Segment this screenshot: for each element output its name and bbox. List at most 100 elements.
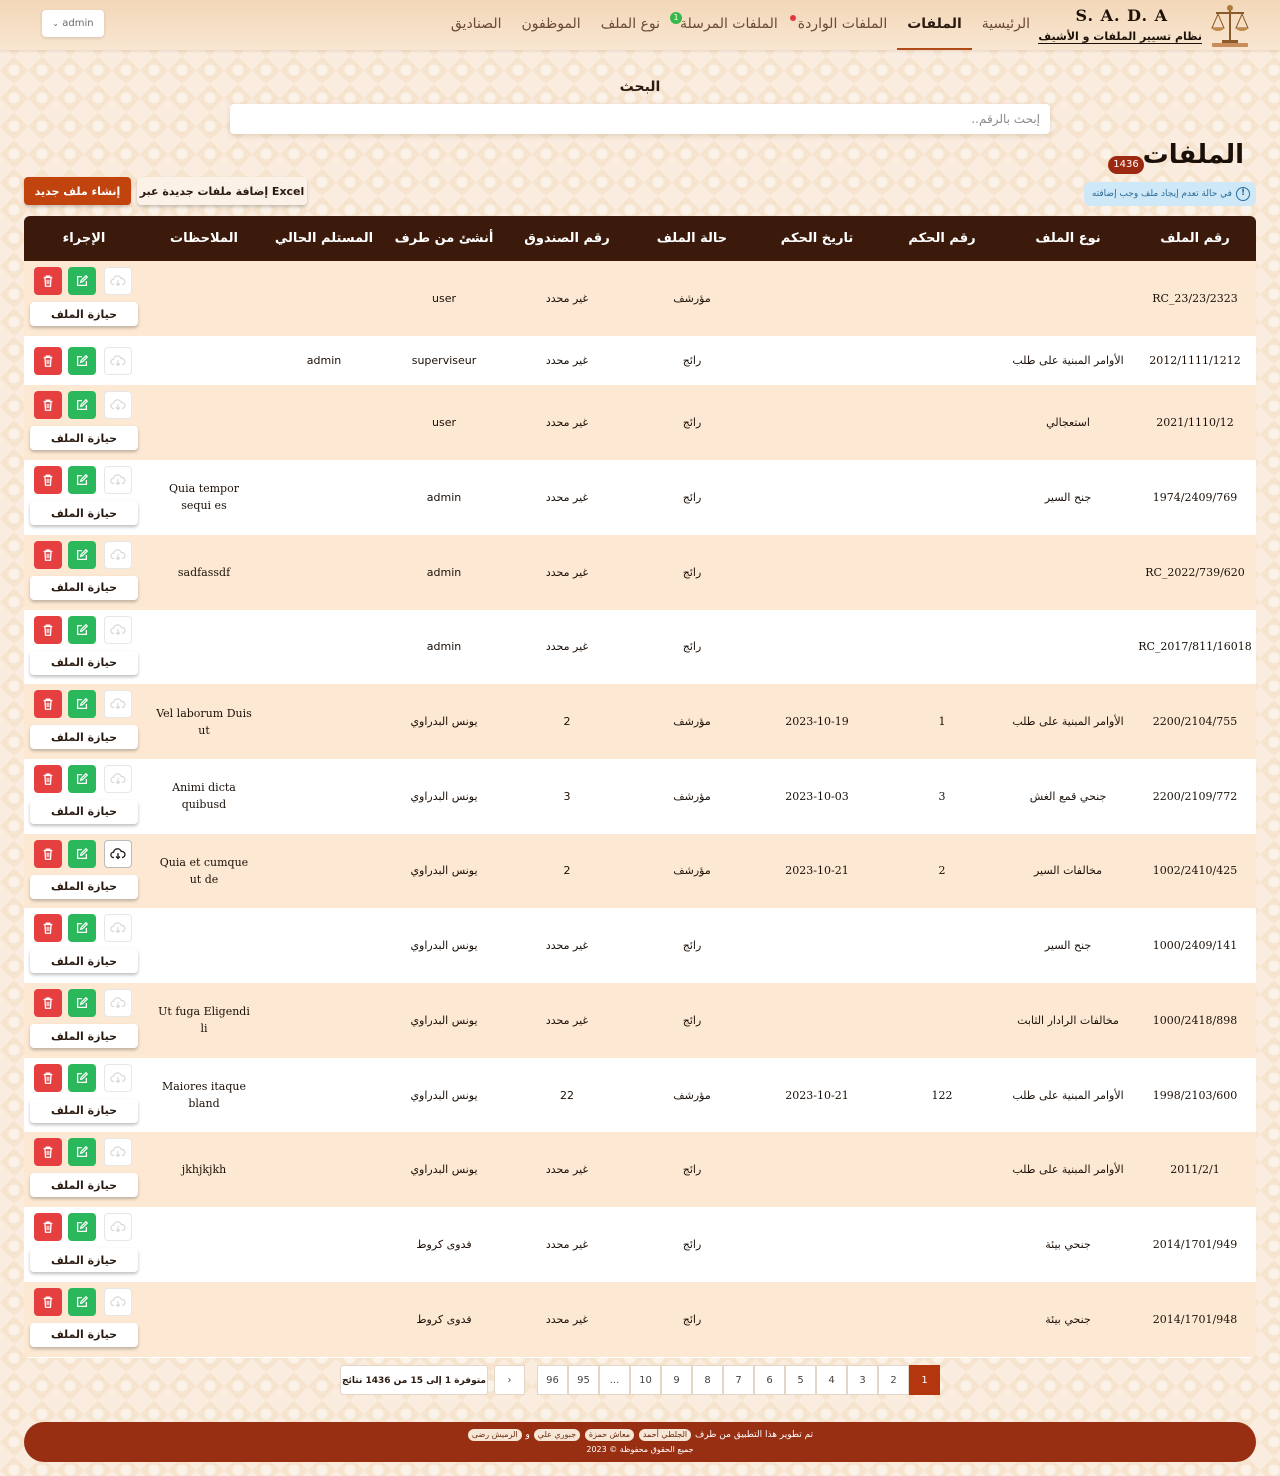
table-row[interactable]: 2012/1111/1212 الأوامر المبنية على طلب رائ… [24,335,1256,386]
edit-button[interactable] [68,690,96,719]
hold-file-button[interactable]: حيازة الملف [30,575,138,600]
edit-button[interactable] [68,989,96,1017]
nav-file-type[interactable]: نوع الملف [591,0,670,50]
delete-button[interactable] [34,1138,62,1167]
th-box-number[interactable]: رقم الصندوق [506,216,628,261]
nav-files[interactable]: الملفات [897,0,972,50]
download-button[interactable] [104,346,132,375]
download-button[interactable] [104,391,132,420]
edit-button[interactable] [68,540,96,569]
delete-button[interactable] [34,764,62,793]
th-judgment-date[interactable]: تاريخ الحكم [754,216,880,261]
download-button[interactable] [104,1287,132,1316]
table-row[interactable]: 2200/2109/772 جنحي قمع الغش 3 2023-10-03 مؤر… [24,758,1256,834]
hold-file-button[interactable]: حيازة الملف [30,426,138,451]
delete-button[interactable] [34,989,62,1017]
delete-button[interactable] [34,466,62,495]
delete-button[interactable] [34,839,62,868]
create-file-button[interactable]: إنشاء ملف جديد [24,177,131,205]
pagination-page[interactable]: 4 [816,1365,847,1395]
pagination-next[interactable]: › [494,1365,525,1395]
nav-incoming-files[interactable]: الملفات الواردة [788,0,897,50]
hold-file-button[interactable]: حيازة الملف [30,874,138,899]
download-button[interactable] [104,764,132,793]
download-button[interactable] [104,839,132,868]
pagination-page[interactable]: 3 [847,1365,878,1395]
hold-file-button[interactable]: حيازة الملف [30,949,138,974]
hold-file-button[interactable]: حيازة الملف [30,1024,138,1048]
import-excel-button[interactable]: إضافة ملفات جديدة عبر Excel [137,177,307,205]
edit-button[interactable] [68,914,96,943]
download-button[interactable] [104,1138,132,1167]
hold-file-button[interactable]: حيازة الملف [30,650,138,675]
pagination-page[interactable]: 96 [537,1365,568,1395]
search-input[interactable] [230,104,1050,134]
delete-button[interactable] [34,391,62,420]
nav-employees[interactable]: الموظفون [511,0,590,50]
th-file-status[interactable]: حالة الملف [629,216,755,261]
nav-sent-files[interactable]: الملفات المرسلة 1 [670,0,788,50]
pagination-page[interactable]: 95 [568,1365,599,1395]
pagination-page[interactable]: 5 [785,1365,816,1395]
pagination-page[interactable]: ... [599,1365,630,1395]
download-button[interactable] [104,267,132,295]
table-row[interactable]: RC_2017/811/16018 رائج غير محدد admin حيازة … [24,609,1256,685]
table-row[interactable]: 1000/2418/898 مخالفات الرادار الثابت رائج غ… [24,983,1256,1058]
hold-file-button[interactable]: حيازة الملف [30,1322,138,1347]
pagination-page[interactable]: 8 [692,1365,723,1395]
download-button[interactable] [104,466,132,495]
table-row[interactable]: 2011/2/1 الأوامر المبنية على طلب رائج غير م… [24,1132,1256,1208]
delete-button[interactable] [34,540,62,569]
edit-button[interactable] [68,1287,96,1316]
table-row[interactable]: 2014/1701/948 جنحي بيئة رائج غير محدد فدوى ك… [24,1281,1256,1357]
edit-button[interactable] [68,1063,96,1092]
edit-button[interactable] [68,466,96,495]
hold-file-button[interactable]: حيازة الملف [30,1098,138,1123]
table-row[interactable]: RC_2022/739/620 رائج غير محدد admin sadfassd… [24,534,1256,610]
download-button[interactable] [104,989,132,1017]
edit-button[interactable] [68,346,96,375]
th-file-number[interactable]: رقم الملف [1134,216,1256,261]
hold-file-button[interactable]: حيازة الملف [30,501,138,526]
th-file-type[interactable]: نوع الملف [1004,216,1132,261]
th-notes[interactable]: الملاحظات [144,216,264,261]
edit-button[interactable] [68,391,96,420]
nav-boxes[interactable]: الصناديق [441,0,512,50]
delete-button[interactable] [34,1287,62,1316]
hold-file-button[interactable]: حيازة الملف [30,1173,138,1198]
pagination-page[interactable]: 2 [878,1365,909,1395]
edit-button[interactable] [68,1213,96,1242]
edit-button[interactable] [68,839,96,868]
hold-file-button[interactable]: حيازة الملف [30,302,138,326]
th-created-by[interactable]: أنشئ من طرف [382,216,506,261]
app-logo[interactable]: S. A. D. A نظام تسيير الملفات و الأشيف [1026,2,1254,48]
delete-button[interactable] [34,1213,62,1242]
download-button[interactable] [104,1213,132,1242]
user-menu-dropdown[interactable]: ⌄ admin [42,10,104,37]
th-current-receiver[interactable]: المستلم الحالي [264,216,384,261]
table-row[interactable]: 1000/2409/141 جنح السير رائج غير محدد يونس ا… [24,908,1256,984]
pagination-page[interactable]: 6 [754,1365,785,1395]
hold-file-button[interactable]: حيازة الملف [30,725,138,750]
delete-button[interactable] [34,1063,62,1092]
pagination-page[interactable]: 9 [661,1365,692,1395]
delete-button[interactable] [34,690,62,719]
download-button[interactable] [104,540,132,569]
edit-button[interactable] [68,1138,96,1167]
hold-file-button[interactable]: حيازة الملف [30,1248,138,1273]
edit-button[interactable] [68,615,96,644]
nav-home[interactable]: الرئيسية [972,0,1040,50]
download-button[interactable] [104,615,132,644]
download-button[interactable] [104,914,132,943]
pagination-page[interactable]: 10 [630,1365,661,1395]
edit-button[interactable] [68,267,96,295]
delete-button[interactable] [34,914,62,943]
table-row[interactable]: 1998/2103/600 الأوامر المبنية على طلب 122 2… [24,1057,1256,1133]
delete-button[interactable] [34,267,62,295]
th-judgment-number[interactable]: رقم الحكم [882,216,1002,261]
pagination-page[interactable]: 1 [909,1365,940,1395]
edit-button[interactable] [68,764,96,793]
pagination-page[interactable]: 7 [723,1365,754,1395]
table-row[interactable]: 1002/2410/425 مخالفات السير 2 2023-10-21 مؤر… [24,833,1256,909]
table-row[interactable]: 2200/2104/755 الأوامر المبنية على طلب 1 202… [24,684,1256,760]
